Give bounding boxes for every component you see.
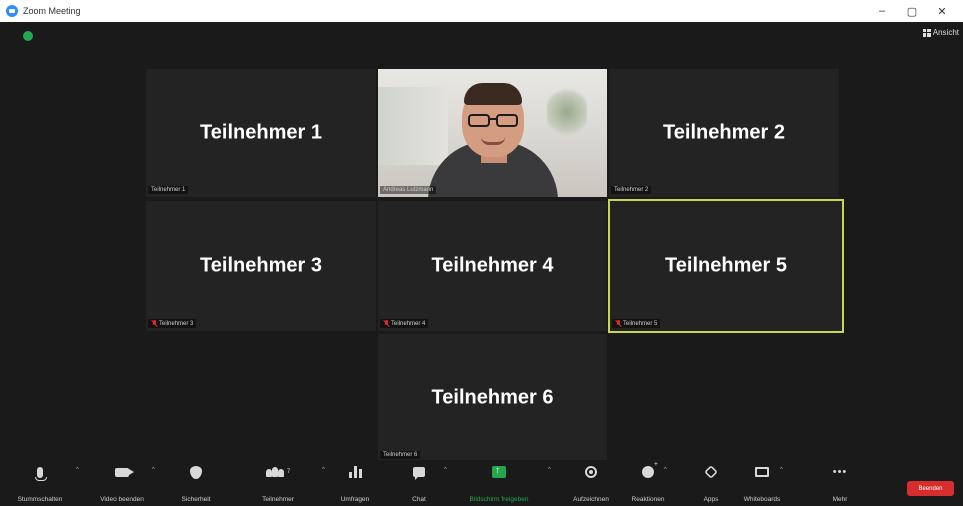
participant-display-name: Teilnehmer 5 [665,254,787,277]
participant-name-label: Andreas Lutzmann [380,186,437,194]
reactions-label: Reaktionen [631,496,665,503]
video-camera-icon [115,467,134,477]
apps-icon [704,465,718,479]
meeting-area: Ansicht Teilnehmer 1 Teilnehmer 1 Andrea… [0,22,963,463]
record-icon [585,466,597,478]
participant-name-label: Teilnehmer 1 [148,186,189,194]
reactions-emoji-icon [642,461,658,478]
participant-display-name: Teilnehmer 3 [200,254,322,277]
participants-label: Teilnehmer [262,496,294,503]
chat-options-caret[interactable]: ^ [444,467,447,473]
participant-tile-video[interactable]: Andreas Lutzmann [377,68,608,198]
polls-bar-chart-icon [348,466,362,478]
maximize-button[interactable]: ▢ [897,0,927,22]
more-dots-icon: ••• [832,465,848,478]
window-title: Zoom Meeting [23,6,81,16]
participant-name-label: Teilnehmer 4 [380,319,429,328]
participants-count: 7 [286,469,291,475]
whiteboards-label: Whiteboards [743,496,781,503]
participant-display-name: Teilnehmer 4 [431,254,554,277]
participant-tile-3[interactable]: Teilnehmer 3 Teilnehmer 3 [145,200,377,332]
participant-display-name: Teilnehmer 1 [200,121,322,144]
mute-label: Stummschalten [17,496,63,503]
grid-view-icon [922,28,931,37]
end-meeting-button[interactable]: Beenden [907,481,954,496]
microphone-icon [35,466,47,481]
background-plant [547,87,587,137]
person-glasses [466,114,520,128]
participant-name-label: Teilnehmer 2 [611,186,652,194]
chat-label: Chat [412,496,426,503]
share-screen-icon [492,465,506,478]
participants-icon [265,467,284,477]
video-options-caret[interactable]: ^ [152,467,155,473]
participant-name-text: Teilnehmer 6 [383,452,418,458]
zoom-logo-icon [6,5,18,17]
participant-tile-4[interactable]: Teilnehmer 4 Teilnehmer 4 [377,200,608,332]
stop-video-button[interactable]: Video beenden [90,460,154,506]
participant-display-name: Teilnehmer 2 [663,121,785,144]
muted-mic-icon [151,320,157,327]
apps-button[interactable]: Apps [696,460,726,506]
participant-name-label: Teilnehmer 6 [380,451,421,459]
muted-mic-icon [615,320,621,327]
apps-label: Apps [703,496,719,503]
record-button[interactable]: Aufzeichnen [564,460,618,506]
participants-options-caret[interactable]: ^ [322,467,325,473]
participant-tile-2[interactable]: Teilnehmer 2 Teilnehmer 2 [608,68,840,198]
view-button[interactable]: Ansicht [922,28,959,37]
record-label: Aufzeichnen [573,496,609,503]
participants-button[interactable]: 7 Teilnehmer [250,460,306,506]
participant-name-text: Andreas Lutzmann [383,187,434,193]
participant-tile-5-active-speaker[interactable]: Teilnehmer 5 Teilnehmer 5 [608,199,844,333]
whiteboards-options-caret[interactable]: ^ [780,467,783,473]
share-options-caret[interactable]: ^ [548,467,551,473]
participant-tile-1[interactable]: Teilnehmer 1 Teilnehmer 1 [145,68,377,198]
reactions-options-caret[interactable]: ^ [664,467,667,473]
person-hair [464,83,522,105]
title-bar: Zoom Meeting – ▢ ✕ [0,0,963,22]
chat-button[interactable]: Chat [404,460,434,506]
participant-name-label: Teilnehmer 3 [148,319,197,328]
share-screen-button[interactable]: Bildschirm freigeben [456,460,542,506]
view-button-label: Ansicht [932,28,959,37]
minimize-button[interactable]: – [867,0,897,22]
participant-name-text: Teilnehmer 1 [151,187,186,193]
more-label: Mehr [832,496,848,503]
stop-video-label: Video beenden [100,496,144,503]
participant-name-text: Teilnehmer 4 [391,320,426,327]
chat-bubble-icon [413,467,425,480]
security-label: Sicherheit [181,496,211,503]
security-button[interactable]: Sicherheit [172,460,220,506]
share-screen-label: Bildschirm freigeben [469,496,529,503]
meeting-toolbar: Stummschalten ^ Video beenden ^ Sicherhe… [0,460,963,506]
participant-display-name: Teilnehmer 6 [431,386,554,409]
participant-tile-6[interactable]: Teilnehmer 6 Teilnehmer 6 [377,333,608,463]
polls-label: Umfragen [340,496,370,503]
more-button[interactable]: ••• Mehr [822,460,858,506]
encryption-shield-icon[interactable] [23,31,33,41]
polls-button[interactable]: Umfragen [334,460,376,506]
background-shelf [378,87,448,165]
close-button[interactable]: ✕ [927,0,957,22]
participant-name-text: Teilnehmer 5 [623,320,658,327]
security-shield-icon [190,465,202,479]
mute-button[interactable]: Stummschalten [10,460,70,506]
participant-name-text: Teilnehmer 2 [614,187,649,193]
participant-name-label: Teilnehmer 5 [612,319,661,328]
muted-mic-icon [383,320,389,327]
participant-name-text: Teilnehmer 3 [159,320,194,327]
audio-options-caret[interactable]: ^ [76,467,79,473]
whiteboard-icon [755,467,769,477]
